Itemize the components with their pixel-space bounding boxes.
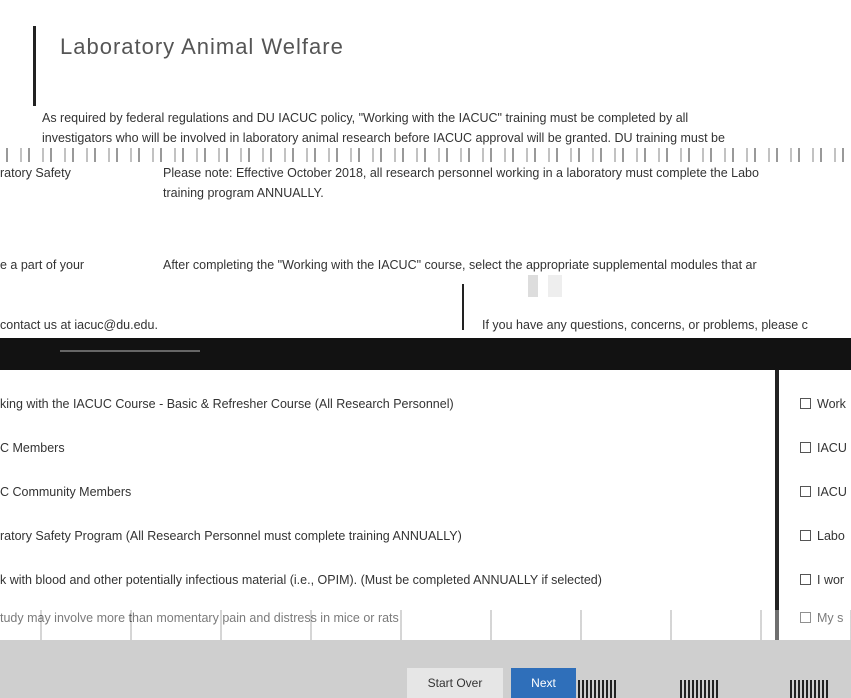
checkbox[interactable] — [800, 530, 811, 541]
note-lab-safety: Please note: Effective October 2018, all… — [163, 163, 851, 203]
module-label: C Community Members — [0, 485, 132, 499]
render-artifact — [578, 680, 618, 698]
checkbox[interactable] — [800, 442, 811, 453]
module-label: king with the IACUC Course - Basic & Ref… — [0, 397, 454, 411]
left-snippet-lab-safety: ratory Safety — [0, 166, 71, 180]
module-label: k with blood and other potentially infec… — [0, 573, 602, 587]
text-cursor-artifact — [462, 284, 464, 330]
checkbox-label: IACU — [817, 485, 847, 499]
render-artifact — [0, 148, 851, 162]
checkbox[interactable] — [800, 574, 811, 585]
module-label: ratory Safety Program (All Research Pers… — [0, 529, 462, 543]
render-artifact — [0, 610, 851, 640]
checkbox-label: Work — [817, 397, 846, 411]
module-checkbox-row[interactable]: Work — [800, 397, 846, 411]
module-label: C Members — [0, 441, 65, 455]
checkbox[interactable] — [800, 398, 811, 409]
render-artifact — [680, 680, 720, 698]
render-artifact — [548, 275, 562, 297]
next-button[interactable]: Next — [511, 668, 576, 698]
header-underline — [60, 350, 200, 352]
note-questions: If you have any questions, concerns, or … — [482, 318, 808, 332]
note-line-1b: training program ANNUALLY. — [163, 186, 324, 200]
start-over-button[interactable]: Start Over — [407, 668, 503, 698]
checkbox-label: Labo — [817, 529, 845, 543]
contact-email-link[interactable]: contact us at iacuc@du.edu. — [0, 318, 158, 332]
checkbox-label: I wor — [817, 573, 845, 587]
checkbox[interactable] — [800, 486, 811, 497]
module-checkbox-row[interactable]: I wor — [800, 573, 844, 587]
checkbox-label: IACU — [817, 441, 847, 455]
note-supplemental: After completing the "Working with the I… — [163, 258, 757, 272]
section-header-bar — [0, 338, 851, 370]
render-artifact — [528, 275, 538, 297]
module-checkbox-row[interactable]: IACU — [800, 441, 847, 455]
title-accent-bar — [33, 26, 36, 106]
render-artifact — [790, 680, 830, 698]
module-checkbox-row[interactable]: Labo — [800, 529, 845, 543]
intro-line-2: investigators who will be involved in la… — [42, 131, 725, 145]
note-line-1: Please note: Effective October 2018, all… — [163, 166, 759, 180]
intro-text: As required by federal regulations and D… — [42, 108, 842, 148]
column-divider — [775, 370, 779, 640]
module-checkbox-row[interactable]: IACU — [800, 485, 847, 499]
page-title: Laboratory Animal Welfare — [60, 34, 344, 59]
intro-line-1: As required by federal regulations and D… — [42, 111, 689, 125]
left-snippet-part: e a part of your — [0, 258, 85, 272]
